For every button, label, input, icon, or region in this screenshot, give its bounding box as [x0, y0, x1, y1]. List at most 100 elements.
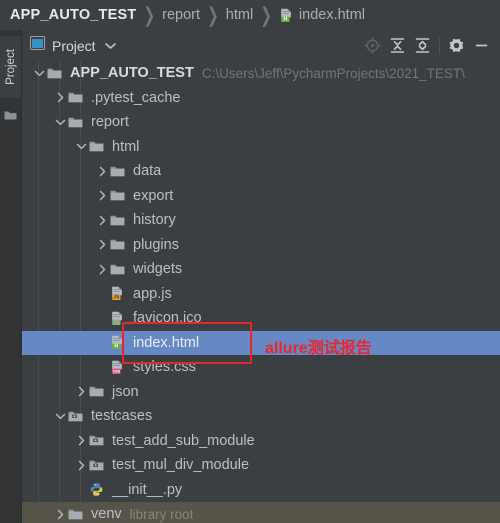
chevron-down-icon[interactable] — [104, 42, 116, 50]
tree-row[interactable]: data — [22, 159, 500, 184]
toolbar-divider — [439, 37, 440, 54]
chevron-right-icon[interactable] — [95, 184, 110, 208]
source-folder-icon — [89, 459, 104, 472]
tree-row-icon: JS — [110, 286, 129, 301]
breadcrumb-separator: ❯ — [207, 2, 219, 26]
folder-icon — [68, 116, 83, 129]
folder-icon — [110, 263, 125, 276]
locate-in-tree-icon[interactable] — [360, 33, 385, 58]
tree-row-icon — [110, 189, 129, 202]
left-tool-strip: Project — [0, 30, 22, 523]
tree-row-icon: H — [110, 335, 129, 350]
tree-row[interactable]: export — [22, 184, 500, 209]
tree-row[interactable]: test_add_sub_module — [22, 429, 500, 454]
chevron-right-icon[interactable] — [53, 86, 68, 110]
tree-row-icon — [110, 165, 129, 178]
collapse-all-icon[interactable] — [410, 33, 435, 58]
tree-arrow-placeholder — [74, 478, 89, 502]
tree-row-label: plugins — [133, 236, 179, 253]
tree-row[interactable]: json — [22, 380, 500, 405]
folder-icon — [110, 165, 125, 178]
annotation-label: allure测试报告 — [265, 339, 372, 357]
tool-window-tab-project[interactable]: Project — [0, 36, 21, 98]
tree-arrow-placeholder — [95, 355, 110, 379]
chevron-right-icon[interactable] — [95, 257, 110, 281]
tree-row[interactable]: __init__.py — [22, 478, 500, 503]
tree-row-icon — [68, 508, 87, 521]
chevron-right-icon[interactable] — [74, 453, 89, 477]
tree-row[interactable]: JS app.js — [22, 282, 500, 307]
expand-all-icon[interactable] — [385, 33, 410, 58]
tree-row-icon — [110, 214, 129, 227]
chevron-right-icon[interactable] — [53, 502, 68, 523]
source-folder-icon — [89, 434, 104, 447]
tree-row-label: history — [133, 212, 176, 229]
tree-row[interactable]: CSS styles.css — [22, 355, 500, 380]
tree-row-icon — [89, 140, 108, 153]
tree-row-icon — [89, 434, 108, 447]
tree-row-label: export — [133, 187, 174, 204]
tree-row[interactable]: APP_AUTO_TEST C:\Users\Jeff\PycharmProjec… — [22, 61, 500, 86]
project-window-icon — [30, 36, 45, 55]
chevron-down-icon[interactable] — [32, 61, 47, 85]
ico-file-icon — [110, 311, 125, 326]
js-file-icon: JS — [110, 286, 125, 301]
breadcrumb-item-html[interactable]: html — [226, 7, 253, 23]
tree-row[interactable]: testcases — [22, 404, 500, 429]
folder-icon[interactable] — [4, 108, 17, 126]
tree-row-sublabel: C:\Users\Jeff\PycharmProjects\2021_TEST\ — [201, 65, 465, 81]
source-folder-icon — [68, 410, 83, 423]
svg-text:H: H — [283, 16, 287, 22]
chevron-right-icon[interactable] — [95, 159, 110, 183]
tree-row-sublabel: library root — [129, 506, 194, 522]
chevron-right-icon[interactable] — [74, 380, 89, 404]
breadcrumb: APP_AUTO_TEST ❯ report ❯ html ❯ Hindex.html — [0, 0, 500, 30]
tree-row[interactable]: plugins — [22, 233, 500, 258]
tree-row-icon — [89, 385, 108, 398]
folder-icon — [110, 214, 125, 227]
tree-row-label: data — [133, 163, 162, 180]
tree-arrow-placeholder — [95, 331, 110, 355]
tree-row-icon — [68, 410, 87, 423]
chevron-down-icon[interactable] — [74, 135, 89, 159]
tree-row-label: report — [91, 114, 129, 131]
chevron-down-icon[interactable] — [53, 110, 68, 134]
tree-row-label: favicon.ico — [133, 310, 202, 327]
settings-gear-icon[interactable] — [444, 33, 469, 58]
tree-row[interactable]: report — [22, 110, 500, 135]
svg-text:CSS: CSS — [113, 369, 121, 373]
folder-icon — [89, 385, 104, 398]
tree-row[interactable]: history — [22, 208, 500, 233]
tree-row[interactable]: favicon.ico — [22, 306, 500, 331]
tree-row[interactable]: .pytest_cache — [22, 86, 500, 111]
hide-panel-icon[interactable] — [469, 33, 494, 58]
html-file-icon: H — [110, 335, 125, 350]
tree-row[interactable]: widgets — [22, 257, 500, 282]
chevron-down-icon[interactable] — [53, 404, 68, 428]
python-file-icon — [89, 482, 104, 497]
tree-row-label: index.html — [133, 334, 200, 351]
tree-row[interactable]: test_mul_div_module — [22, 453, 500, 478]
svg-text:H: H — [115, 344, 119, 350]
tree-row-label: json — [112, 383, 139, 400]
breadcrumb-item-index-html[interactable]: index.html — [299, 7, 365, 23]
chevron-right-icon[interactable] — [95, 208, 110, 232]
chevron-right-icon[interactable] — [74, 429, 89, 453]
css-file-icon: CSS — [110, 360, 125, 375]
folder-icon — [110, 189, 125, 202]
tree-row[interactable]: Hindex.html — [22, 330, 500, 355]
breadcrumb-item-report[interactable]: report — [162, 7, 200, 23]
breadcrumb-separator: ❯ — [260, 2, 272, 26]
svg-text:JS: JS — [113, 295, 120, 301]
tree-arrow-placeholder — [95, 282, 110, 306]
tree-row[interactable]: venv library root — [22, 502, 500, 523]
tree-row-label: venv — [91, 506, 122, 523]
folder-icon — [110, 238, 125, 251]
chevron-right-icon[interactable] — [95, 233, 110, 257]
tree-row[interactable]: html — [22, 135, 500, 160]
project-tree[interactable]: APP_AUTO_TEST C:\Users\Jeff\PycharmProjec… — [22, 61, 500, 523]
folder-icon — [47, 67, 62, 80]
folder-icon — [89, 140, 104, 153]
project-panel-header: Project — [22, 30, 500, 61]
breadcrumb-item-app-auto-test[interactable]: APP_AUTO_TEST — [10, 7, 136, 23]
